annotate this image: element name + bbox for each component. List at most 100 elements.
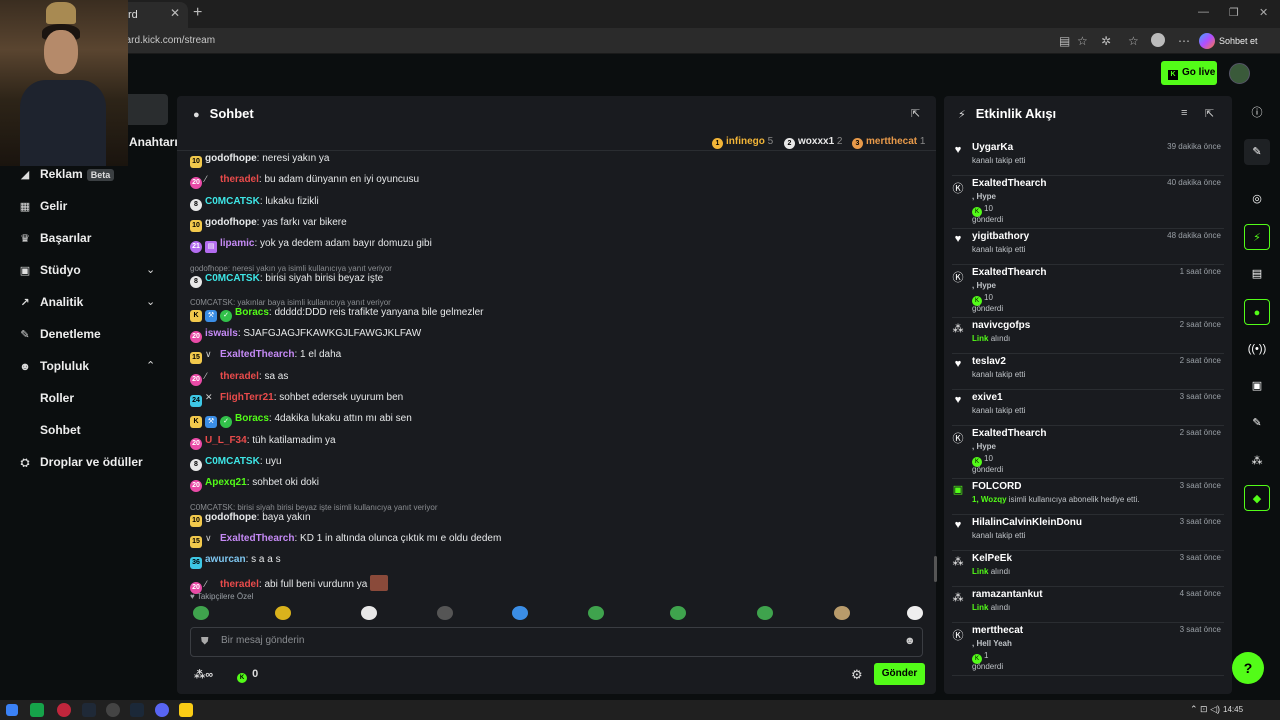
feed-item[interactable]: ▣ FOLCORD 3 saat önce 1, Wozqy isimli kulla… [952, 481, 1224, 515]
feed-username[interactable]: yigitbathory [972, 231, 1029, 242]
chat-username[interactable]: Boracs [235, 413, 269, 424]
maximize-icon[interactable]: ❐ [1229, 6, 1239, 19]
chat-message[interactable]: 10 godofhope: baya yakın [190, 512, 311, 527]
emote-icon[interactable] [361, 606, 377, 620]
feed-username[interactable]: mertthecat [972, 625, 1023, 636]
emote-icon[interactable] [193, 606, 209, 620]
feed-item[interactable]: ♥ yigitbathory 48 dakika önce kanalı takip … [952, 231, 1224, 265]
reader-icon[interactable]: ▤ [1059, 34, 1070, 48]
chat-username[interactable]: awurcan [205, 554, 246, 565]
feed-username[interactable]: teslav2 [972, 356, 1006, 367]
close-tab-icon[interactable]: ✕ [170, 6, 180, 20]
emote-icon[interactable] [670, 606, 686, 620]
sidebar-item-reklam[interactable]: ◢ Reklam Beta [18, 167, 115, 181]
chevron-down-icon[interactable]: ⌄ [146, 295, 155, 308]
chat-message[interactable]: 10 godofhope: neresi yakın ya [190, 153, 329, 168]
chat-username[interactable]: theradel [220, 579, 259, 590]
pencil-icon[interactable]: ✎ [1244, 139, 1270, 165]
chevron-up-icon[interactable]: ⌃ [146, 359, 155, 372]
chat-message[interactable]: 36 awurcan: s a a s [190, 554, 281, 570]
sidebar-subitem-sohbet[interactable]: Sohbet [40, 423, 81, 437]
chat-username[interactable]: FlighTerr21 [220, 392, 274, 403]
system-tray-icons[interactable]: ⌃ ⊡ ◁) [1190, 704, 1220, 715]
drops-counter[interactable]: ⁂∞ [194, 668, 213, 681]
chat-message[interactable]: 8 C0MCATSK: uyu [190, 456, 282, 471]
feed-username[interactable]: ramazantankut [972, 589, 1043, 600]
extensions-icon[interactable]: ✲ [1101, 34, 1111, 48]
emote-icon[interactable] [512, 606, 528, 620]
chat-input[interactable] [221, 635, 881, 646]
camera-scan-icon[interactable]: ◎ [1244, 186, 1270, 212]
windows-start-icon[interactable] [6, 704, 18, 716]
feed-item[interactable]: ⁂ KelPeEk 3 saat önce Link alındı [952, 553, 1224, 587]
tag-icon[interactable]: ◆ [1244, 485, 1270, 511]
chat-username[interactable]: ExaltedThearch [220, 349, 294, 360]
chat-message[interactable]: 20 ⁄ theradel: bu adam dünyanın en iyi oyu… [190, 174, 419, 190]
reply-context[interactable]: C0MCATSK: birisi siyah birisi beyaz işte… [190, 503, 437, 512]
chat-message[interactable]: 15 ∨ ExaltedThearch: KD 1 in altında olunc… [190, 533, 501, 548]
chat-icon[interactable]: ● [1244, 299, 1270, 325]
leaderboard-item[interactable]: 3 mertthecat 1 [852, 136, 925, 149]
emote-icon[interactable] [907, 606, 923, 620]
chat-username[interactable]: godofhope [205, 512, 257, 523]
emote-icon[interactable] [275, 606, 291, 620]
feed-username[interactable]: UygarKa [972, 142, 1013, 153]
chat-username[interactable]: godofhope [205, 153, 257, 164]
reply-context[interactable]: C0MCATSK: yakınlar baya isimli kullanıcı… [190, 298, 391, 307]
feed-item[interactable]: ⁂ navivcgofps 2 saat önce Link alındı [952, 320, 1224, 354]
feed-item[interactable]: Ⓚ ExaltedThearch 40 dakika önce, Hype K 10 gö… [952, 178, 1224, 229]
chat-username[interactable]: theradel [220, 371, 259, 382]
feed-username[interactable]: ExaltedThearch [972, 428, 1046, 439]
sidebar-item-gelir[interactable]: ▦ Gelir [18, 199, 68, 213]
discord-icon[interactable] [155, 703, 169, 717]
sidebar-item-denetleme[interactable]: ✎ Denetleme [18, 327, 100, 341]
chat-message[interactable]: 20 Apexq21: sohbet oki doki [190, 477, 319, 493]
chat-username[interactable]: C0MCATSK [205, 456, 260, 467]
chat-message[interactable]: K ⚒ ✓ Boracs: ddddd:DDD reis trafikte yanya… [190, 307, 483, 322]
feed-item[interactable]: ♥ teslav2 2 saat önce kanalı takip etti [952, 356, 1224, 390]
sidebar-subitem-roller[interactable]: Roller [40, 391, 74, 405]
favorite-icon[interactable]: ☆ [1077, 34, 1088, 48]
chat-message[interactable]: 21 ▤ lipamic: yok ya dedem adam bayır domu… [190, 238, 432, 254]
copilot-label[interactable]: Sohbet et [1219, 36, 1258, 46]
wrench-icon[interactable]: ✎ [1244, 410, 1270, 436]
profile-icon[interactable] [1151, 33, 1165, 47]
emote-icon[interactable] [588, 606, 604, 620]
user-avatar[interactable] [1229, 63, 1250, 84]
document-icon[interactable]: ▤ [1244, 261, 1270, 287]
reply-context[interactable]: godofhope: neresi yakın ya isimli kullan… [190, 264, 392, 273]
support-icon[interactable]: ? [1232, 652, 1264, 684]
feed-item[interactable]: Ⓚmertthecat 3 saat önce, Hell Yeah K 1 gönde… [952, 625, 1224, 676]
new-tab-icon[interactable]: + [193, 4, 202, 22]
url-field[interactable]: oard.kick.com/stream [120, 35, 215, 46]
emote-icon[interactable] [437, 606, 453, 620]
go-live-button[interactable]: K Go live [1161, 61, 1217, 85]
chat-username[interactable]: U_L_F34 [205, 435, 247, 446]
chat-message[interactable]: 20 iswails: SJAFGJAGJFKAWKGJLFAWGJKLFAW [190, 328, 421, 344]
leaderboard-item[interactable]: 2 woxxx1 2 [784, 136, 842, 149]
chat-username[interactable]: C0MCATSK [205, 196, 260, 207]
copilot-icon[interactable] [1199, 33, 1215, 49]
filter-icon[interactable]: ≡ [1181, 107, 1187, 119]
chat-message[interactable]: 24 ✕ FlighTerr21: sohbet edersek uyurum be… [190, 392, 403, 407]
feed-username[interactable]: KelPeEk [972, 553, 1012, 564]
feed-username[interactable]: exive1 [972, 392, 1003, 403]
chat-message[interactable]: 10 godofhope: yas farkı var bikere [190, 217, 347, 232]
file-explorer-icon[interactable] [179, 703, 193, 717]
sidebar-item-basarilar[interactable]: ♛ Başarılar [18, 231, 91, 245]
opera-icon[interactable] [57, 703, 71, 717]
chat-username[interactable]: ExaltedThearch [220, 533, 294, 544]
feed-item[interactable]: ♥ exive1 3 saat önce kanalı takip etti [952, 392, 1224, 426]
chat-username[interactable]: C0MCATSK [205, 273, 260, 284]
popout-icon[interactable]: ⇱ [911, 107, 920, 120]
chat-message[interactable]: K ⚒ ✓ Boracs: 4dakika lukaku attın mı abi s… [190, 413, 412, 429]
chat-message[interactable]: 20 ⁄ theradel: sa as [190, 371, 288, 386]
feed-item[interactable]: ♥ HilalinCalvinKleinDonu 3 saat önce kanalı… [952, 517, 1224, 551]
chat-username[interactable]: iswails [205, 328, 238, 339]
app-icon[interactable] [82, 703, 96, 717]
chat-username[interactable]: theradel [220, 174, 259, 185]
feed-username[interactable]: HilalinCalvinKleinDonu [972, 517, 1082, 528]
chat-username[interactable]: Boracs [235, 307, 269, 318]
feed-username[interactable]: FOLCORD [972, 481, 1021, 492]
feed-username[interactable]: ExaltedThearch [972, 178, 1046, 189]
